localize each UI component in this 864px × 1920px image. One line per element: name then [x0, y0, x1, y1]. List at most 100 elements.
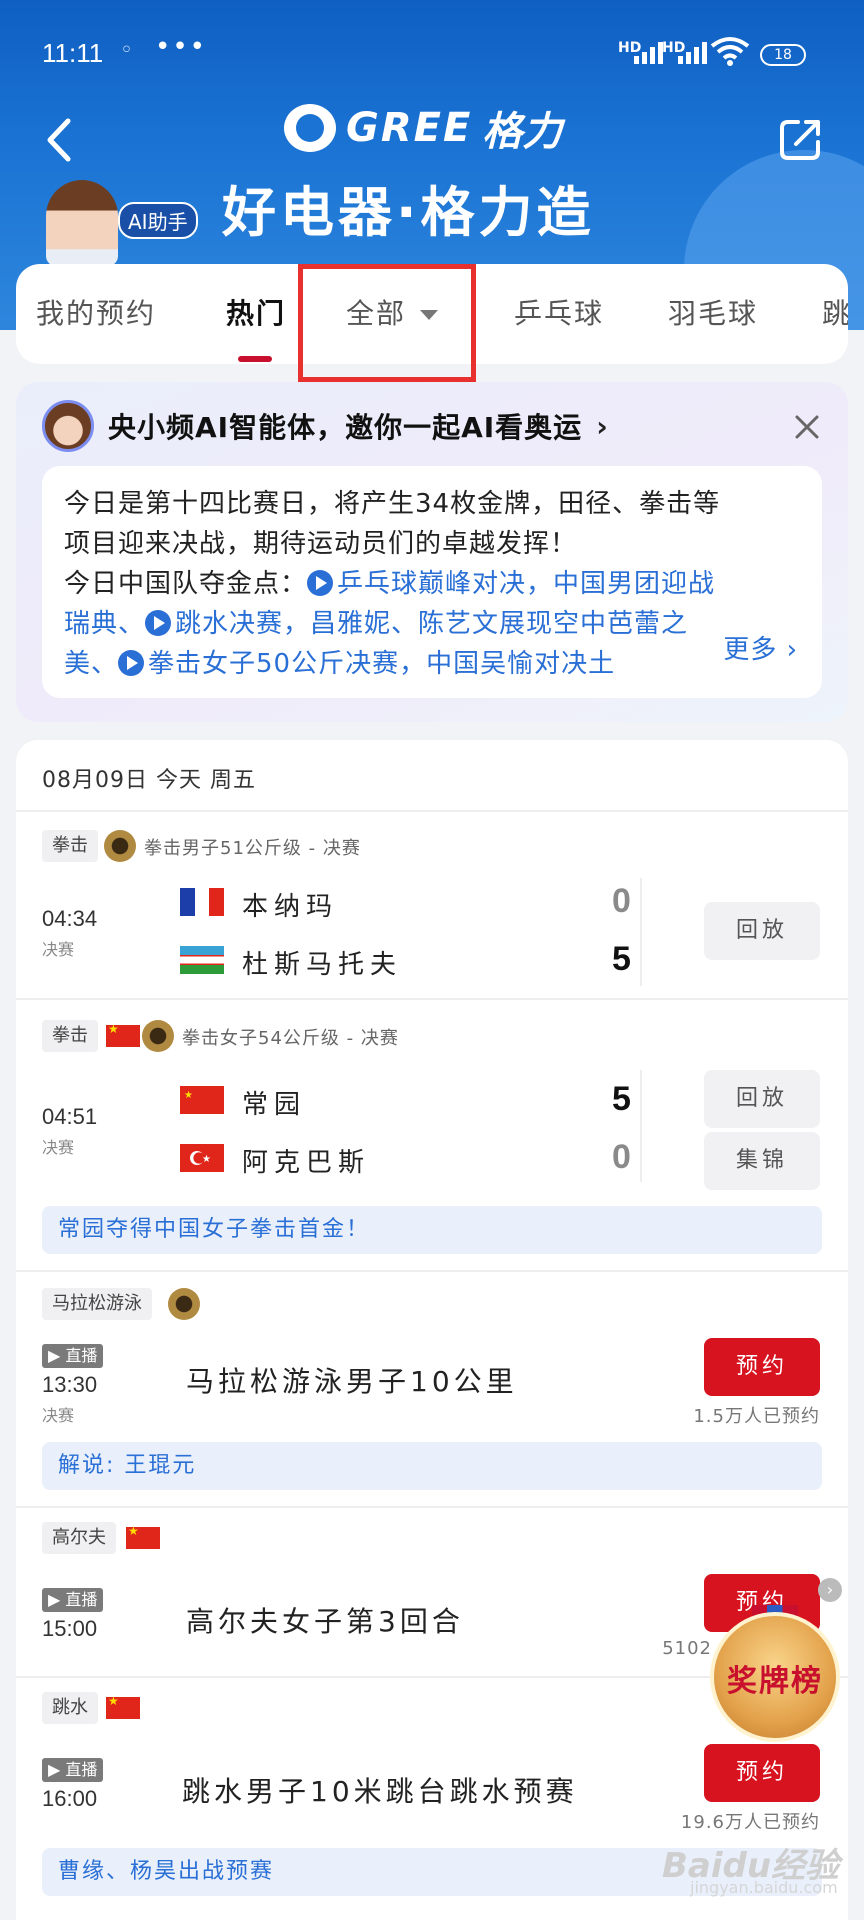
- tab-badminton[interactable]: 羽毛球: [668, 264, 758, 364]
- event-time: 04:51: [42, 1104, 98, 1129]
- chevron-right-icon[interactable]: ›: [818, 1578, 842, 1602]
- live-badge: ▶ 直播: [42, 1758, 104, 1782]
- medal-ranking-button[interactable]: 奖牌榜: [710, 1612, 840, 1742]
- wifi-icon: [710, 37, 750, 66]
- flag-china-icon: [106, 1022, 140, 1047]
- event-time: 16:00: [42, 1786, 98, 1811]
- live-badge: ▶ 直播: [42, 1344, 104, 1368]
- ai-text-prefix: 今日中国队夺金点：: [64, 569, 308, 599]
- event-name: 拳击男子51公斤级 - 决赛: [144, 838, 361, 859]
- ai-text-line: 今日是第十四比赛日，将产生34枚金牌，田径、拳击等: [64, 489, 721, 519]
- highlights-button[interactable]: 集锦: [704, 1132, 820, 1190]
- gold-medal-icon: [142, 1020, 174, 1052]
- ai-assistant-badge[interactable]: AI助手: [118, 202, 198, 239]
- brand-slogan: 好电器·格力造: [222, 181, 595, 244]
- team-score: 0: [612, 882, 631, 920]
- highlight-box: [298, 264, 476, 382]
- ai-text-line: 美、 拳击女子50公斤决赛，中国吴愉对决土: [64, 644, 800, 684]
- flag-france-icon: [180, 888, 224, 916]
- team-name: 杜斯马托夫: [242, 950, 403, 980]
- share-icon[interactable]: [778, 116, 824, 162]
- replay-button[interactable]: 回放: [704, 1070, 820, 1128]
- sport-tag: 马拉松游泳: [42, 1288, 152, 1320]
- svg-text:★: ★: [202, 1154, 211, 1165]
- ai-text-line: 瑞典、 跳水决赛，昌雅妮、陈艺文展现空中芭蕾之: [64, 604, 800, 644]
- reserve-button[interactable]: 预约: [704, 1338, 820, 1396]
- event-stage: 决赛: [42, 940, 75, 959]
- flag-turkey-icon: ★: [180, 1144, 224, 1172]
- ai-avatar: [42, 400, 94, 452]
- divider: [16, 810, 848, 812]
- reserved-count: 1.5万人已预约: [693, 1406, 820, 1427]
- flag-china-icon: [126, 1524, 160, 1549]
- event-stage: 决赛: [42, 1138, 75, 1157]
- event-title: 高尔夫女子第3回合: [186, 1605, 464, 1638]
- back-arrow-icon[interactable]: [40, 115, 80, 165]
- replay-button[interactable]: 回放: [704, 902, 820, 960]
- event-time: 04:34: [42, 906, 98, 931]
- sport-tag: 高尔夫: [42, 1522, 116, 1554]
- team-name: 常园: [242, 1090, 307, 1120]
- ai-text-line: 项目迎来决战，期待运动员们的卓越发挥！: [64, 529, 578, 559]
- date-header: 08月09日 今天 周五: [42, 768, 256, 793]
- brand-name: GREE: [346, 105, 473, 151]
- event-note[interactable]: 常园夺得中国女子拳击首金！: [42, 1206, 822, 1254]
- divider: [16, 1506, 848, 1508]
- live-badge: ▶ 直播: [42, 1588, 104, 1612]
- ai-card-header[interactable]: 央小频AI智能体，邀你一起AI看奥运 ›: [42, 400, 608, 452]
- status-time: 11:11: [42, 38, 104, 68]
- divider: [640, 878, 642, 986]
- gold-medal-icon: [168, 1288, 200, 1320]
- event-time: 15:00: [42, 1616, 98, 1641]
- status-dots: •••: [155, 32, 208, 62]
- ai-recommend-card: 央小频AI智能体，邀你一起AI看奥运 › 今日是第十四比赛日，将产生34枚金牌，…: [16, 382, 848, 722]
- ai-link-text: 乒乓球巅峰对决，中国男团迎战: [337, 569, 716, 599]
- tab-hot[interactable]: 热门: [226, 264, 286, 364]
- reserved-count: 5102: [662, 1638, 712, 1659]
- team-name: 阿克巴斯: [242, 1148, 371, 1178]
- ai-card-title: 央小频AI智能体，邀你一起AI看奥运: [108, 411, 583, 444]
- ai-link-text[interactable]: 瑞典、: [64, 609, 145, 639]
- flag-china-icon: ★: [180, 1086, 224, 1114]
- tab-table-tennis[interactable]: 乒乓球: [514, 264, 604, 364]
- play-icon: [307, 570, 334, 596]
- event-stage: 决赛: [42, 1406, 75, 1425]
- ai-link-text[interactable]: 美、: [64, 649, 118, 679]
- divider: [16, 998, 848, 1000]
- play-icon: [145, 610, 172, 636]
- ai-link-boxing[interactable]: 拳击女子50公斤决赛，中国吴愉对决土: [118, 649, 615, 679]
- ai-link-text: 拳击女子50公斤决赛，中国吴愉对决土: [148, 649, 616, 679]
- reserve-button[interactable]: 预约: [704, 1744, 820, 1802]
- gree-logo: GREE 格力: [284, 100, 562, 156]
- sport-tag: 拳击: [42, 1020, 98, 1052]
- signal-icon-2: [678, 40, 707, 64]
- notification-icon: ◦: [120, 38, 133, 63]
- close-icon[interactable]: [792, 412, 822, 442]
- team-score: 5: [612, 940, 631, 978]
- event-name: 拳击女子54公斤级 - 决赛: [182, 1028, 399, 1049]
- event-note[interactable]: 解说: 王琨元: [42, 1442, 822, 1490]
- brand-name-cn: 格力: [482, 109, 563, 155]
- team-score: 5: [612, 1080, 631, 1118]
- ai-assistant-avatar[interactable]: [46, 180, 118, 266]
- signal-icon-1: [634, 40, 663, 64]
- ai-link-table-tennis[interactable]: 乒乓球巅峰对决，中国男团迎战: [307, 569, 715, 599]
- ai-link-text: 跳水决赛，昌雅妮、陈艺文展现空中芭蕾之: [175, 609, 689, 639]
- team-score: 0: [612, 1138, 631, 1176]
- team-name: 本纳玛: [242, 892, 339, 922]
- tab-diving-partial[interactable]: 跳: [822, 264, 848, 364]
- active-tab-indicator: [238, 356, 272, 362]
- event-title: 马拉松游泳男子10公里: [186, 1365, 518, 1398]
- schedule-list: 08月09日 今天 周五 拳击 拳击男子51公斤级 - 决赛 04:34 决赛 …: [16, 740, 848, 1920]
- flag-china-icon: [106, 1694, 140, 1719]
- ai-link-diving[interactable]: 跳水决赛，昌雅妮、陈艺文展现空中芭蕾之: [145, 609, 688, 639]
- sport-tag: 拳击: [42, 830, 98, 862]
- tab-my-bookings[interactable]: 我的预约: [36, 264, 156, 364]
- battery-icon: 18: [760, 44, 806, 66]
- chevron-right-icon: ›: [596, 409, 608, 443]
- more-link[interactable]: 更多 ›: [709, 630, 798, 670]
- reserved-count: 19.6万人已预约: [680, 1812, 820, 1833]
- event-title: 跳水男子10米跳台跳水预赛: [182, 1775, 578, 1808]
- flag-uzbekistan-icon: [180, 946, 224, 974]
- divider: [16, 1270, 848, 1272]
